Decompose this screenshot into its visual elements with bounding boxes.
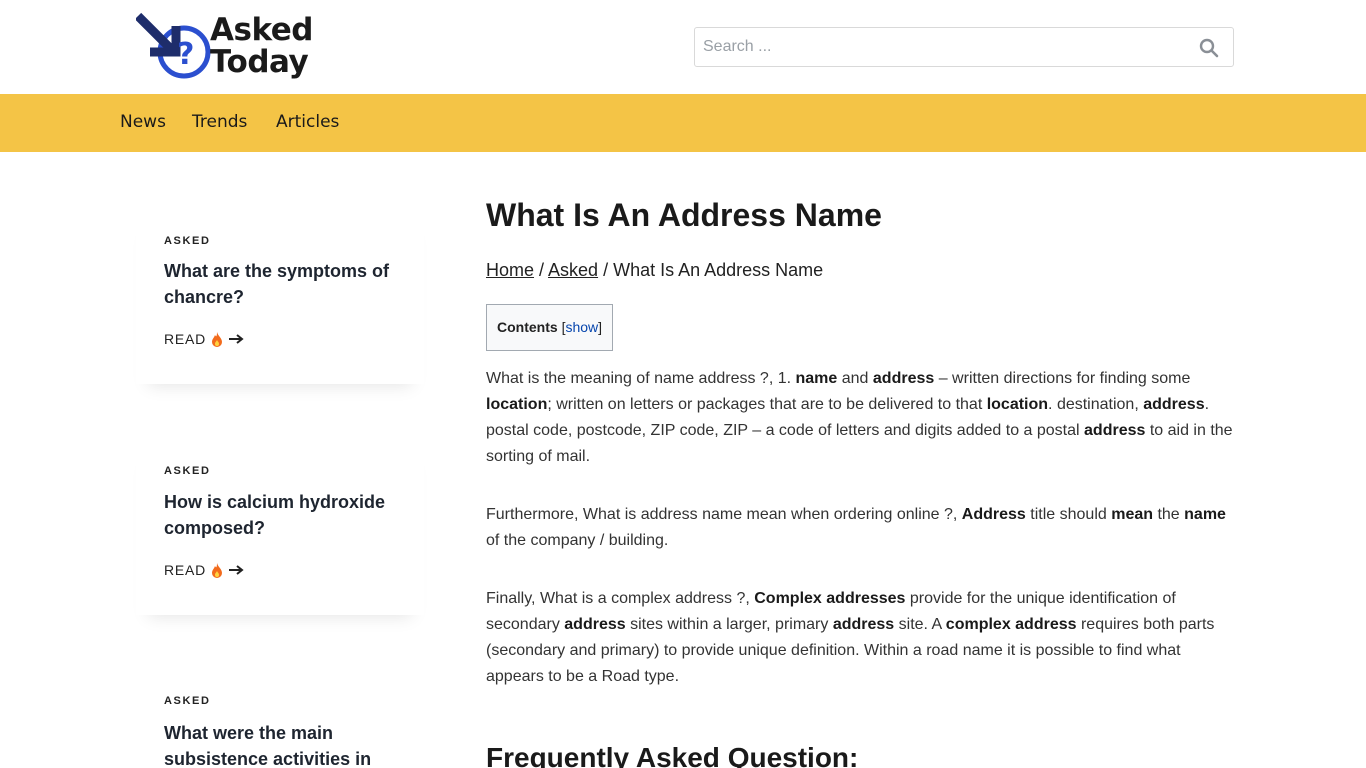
faq-heading: Frequently Asked Question: (486, 742, 859, 768)
nav-item-news[interactable]: News (120, 112, 166, 132)
read-more-link[interactable]: READ (164, 562, 244, 578)
sidebar-card: ASKED What were the main subsistence act… (136, 671, 424, 768)
paragraph: What is the meaning of name address ?, 1… (486, 370, 1233, 465)
toc-label: Contents (497, 319, 558, 335)
breadcrumb-separator: / (598, 260, 614, 280)
search-icon[interactable] (1199, 38, 1219, 58)
breadcrumb: Home / Asked / What Is An Address Name (486, 258, 1236, 282)
site-header: ? Asked Today (0, 0, 1366, 94)
svg-text:?: ? (177, 37, 194, 72)
breadcrumb-separator: / (534, 260, 549, 280)
breadcrumb-home[interactable]: Home (486, 260, 534, 280)
search-box (694, 27, 1234, 67)
breadcrumb-asked[interactable]: Asked (548, 260, 598, 280)
paragraph: Finally, What is a complex address ?, Co… (486, 590, 1215, 685)
sidebar-card: ASKED What are the symptoms of chancre? … (136, 210, 424, 384)
read-more-link[interactable]: READ (164, 331, 244, 347)
search-input[interactable] (695, 28, 1175, 66)
toc-toggle[interactable]: show (565, 319, 598, 335)
read-label: READ (164, 562, 207, 578)
nav-item-articles[interactable]: Articles (276, 112, 339, 132)
site-logo[interactable]: ? Asked Today (136, 12, 336, 84)
logo-icon: ? (136, 12, 211, 79)
read-label: READ (164, 331, 207, 347)
card-title[interactable]: What are the symptoms of chancre? (164, 258, 414, 310)
card-category[interactable]: ASKED (164, 695, 211, 707)
logo-text-line-1: Asked (210, 12, 313, 48)
article: What Is An Address Name Home / Asked / W… (486, 195, 1236, 690)
fire-icon (212, 331, 223, 347)
card-category[interactable]: ASKED (164, 235, 211, 247)
fire-icon (212, 562, 223, 578)
card-title[interactable]: What were the main subsistence activitie… (164, 720, 414, 768)
arrow-right-icon (229, 334, 244, 344)
table-of-contents: Contents [show] (486, 304, 614, 351)
breadcrumb-current: What Is An Address Name (613, 260, 824, 280)
sidebar-card: ASKED How is calcium hydroxide composed?… (136, 440, 424, 615)
logo-text-line-2: Today (210, 44, 309, 80)
page-title: What Is An Address Name (486, 197, 882, 233)
card-category[interactable]: ASKED (164, 465, 211, 477)
nav-item-trends[interactable]: Trends (192, 112, 247, 132)
card-title[interactable]: How is calcium hydroxide composed? (164, 489, 414, 541)
paragraph: Furthermore, What is address name mean w… (486, 506, 1226, 549)
arrow-right-icon (229, 565, 244, 575)
main-nav: News Trends Articles (0, 94, 1366, 152)
logo-text: Asked Today (210, 14, 313, 78)
